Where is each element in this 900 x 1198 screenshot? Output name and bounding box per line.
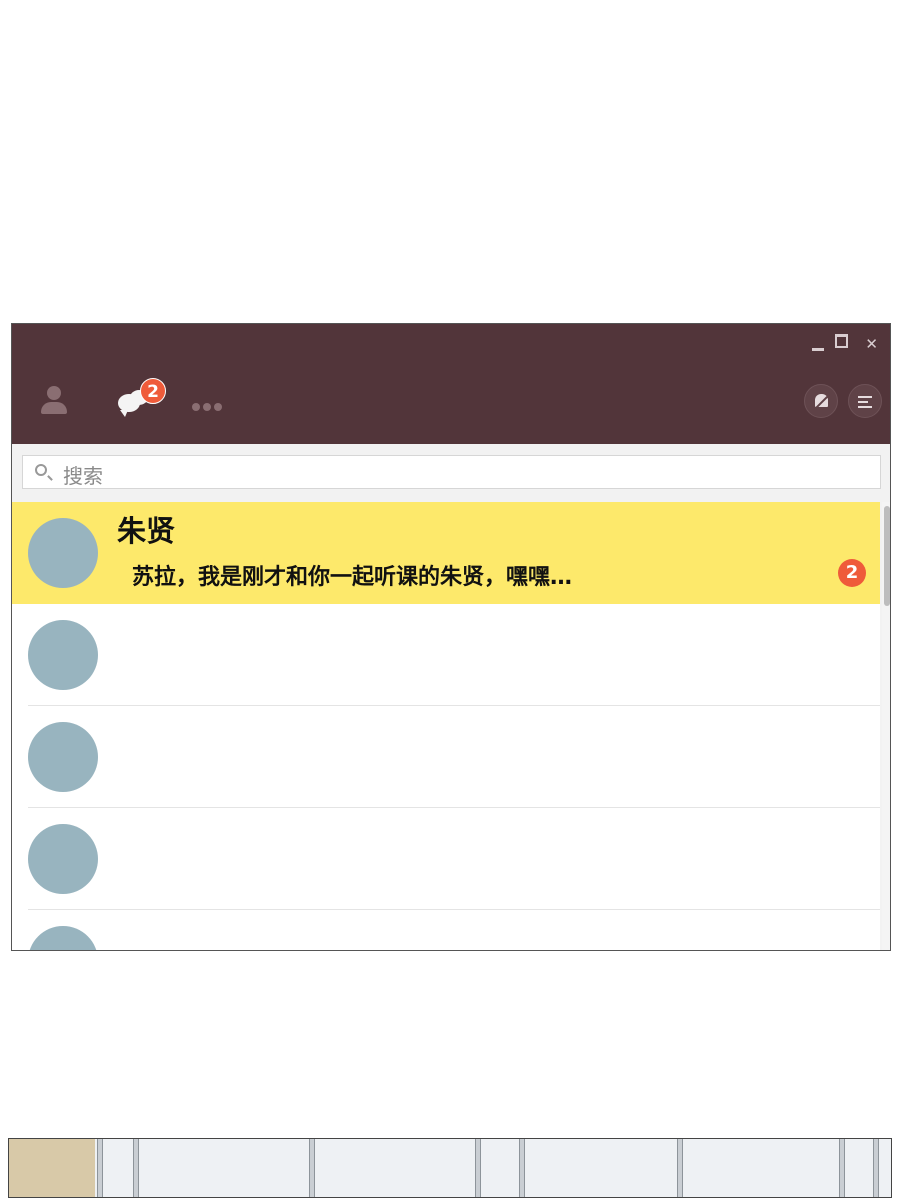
avatar <box>28 722 98 792</box>
mute-bell-icon[interactable] <box>804 384 838 418</box>
window-frame <box>309 1139 315 1197</box>
window-frame <box>839 1139 845 1197</box>
more-dots-icon[interactable] <box>192 396 232 411</box>
title-bar: 2 <box>12 324 890 444</box>
conversation-list: 朱贤 苏拉，我是刚才和你一起听课的朱贤，嘿嘿… 2 <box>12 502 880 950</box>
conversation-item[interactable] <box>12 706 880 808</box>
dot <box>214 403 222 411</box>
avatar <box>28 518 98 588</box>
wall-texture <box>9 1139 95 1197</box>
maximize-icon[interactable] <box>835 334 848 348</box>
search-bar: 搜索 <box>12 444 890 502</box>
last-message: 苏拉，我是刚才和你一起听课的朱贤，嘿嘿… <box>132 565 573 590</box>
search-placeholder: 搜索 <box>63 464 103 488</box>
dot <box>192 403 200 411</box>
menu-line <box>858 401 868 403</box>
contact-name: 朱贤 <box>117 514 176 548</box>
conversation-item[interactable] <box>12 910 880 950</box>
next-comic-panel <box>8 1138 892 1198</box>
chat-app-window: 2 搜索 朱贤 苏拉，我是刚才和你一起听课的朱贤，嘿嘿… 2 <box>11 323 891 951</box>
conversation-item[interactable] <box>12 808 880 910</box>
scrollbar[interactable] <box>882 502 890 950</box>
contact-body-shape <box>41 402 67 414</box>
contact-person-icon[interactable] <box>38 384 70 418</box>
conversation-item[interactable]: 朱贤 苏拉，我是刚才和你一起听课的朱贤，嘿嘿… 2 <box>12 502 880 604</box>
menu-line <box>858 406 872 408</box>
search-icon <box>35 464 47 476</box>
window-frame <box>677 1139 683 1197</box>
unread-badge: 2 <box>838 559 866 587</box>
window-frame <box>519 1139 525 1197</box>
dot <box>203 403 211 411</box>
menu-line <box>858 396 872 398</box>
chats-unread-badge: 2 <box>140 378 166 404</box>
avatar <box>28 620 98 690</box>
chat-bubbles-icon[interactable]: 2 <box>116 378 166 424</box>
menu-lines-icon[interactable] <box>848 384 882 418</box>
avatar <box>28 824 98 894</box>
window-frame <box>873 1139 879 1197</box>
avatar <box>28 926 98 950</box>
window-frame <box>475 1139 481 1197</box>
contact-head-shape <box>47 386 61 400</box>
conversation-item[interactable] <box>12 604 880 706</box>
search-input[interactable]: 搜索 <box>22 455 881 489</box>
minimize-icon[interactable] <box>812 336 824 351</box>
window-frame <box>97 1139 103 1197</box>
close-icon[interactable] <box>865 334 878 354</box>
window-frame <box>133 1139 139 1197</box>
scrollbar-thumb[interactable] <box>884 506 890 606</box>
